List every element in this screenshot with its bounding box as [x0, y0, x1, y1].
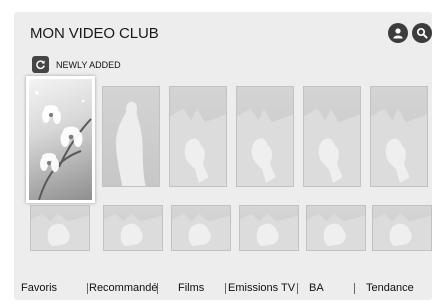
menu-separator	[225, 283, 226, 294]
menu-item-films[interactable]: Films	[178, 282, 204, 294]
thumbnail-tile[interactable]	[171, 205, 231, 251]
thumbnail-tile[interactable]	[239, 205, 299, 251]
menu-item-favoris[interactable]: Favoris	[21, 282, 57, 294]
page-title: MON VIDEO CLUB	[30, 25, 159, 42]
menu-separator	[354, 283, 355, 294]
thumbnail-placeholder-image	[307, 213, 365, 250]
search-icon[interactable]	[412, 23, 432, 43]
thumbnail-placeholder-image	[172, 213, 230, 250]
menu-item-recommande[interactable]: Recommandé	[89, 282, 157, 294]
menu-separator	[157, 283, 158, 294]
thumbnail-tile[interactable]	[372, 205, 432, 251]
poster-tile[interactable]	[169, 86, 227, 187]
poster-tile[interactable]	[26, 76, 95, 203]
section-header: NEWLY ADDED	[32, 56, 121, 73]
thumbnail-placeholder-image	[104, 213, 162, 250]
menu-item-tendance[interactable]: Tendance	[366, 282, 414, 294]
menu-item-ba[interactable]: BA	[309, 282, 324, 294]
user-icon[interactable]	[388, 23, 408, 43]
section-label: NEWLY ADDED	[56, 59, 121, 70]
menu-separator	[297, 283, 298, 294]
thumbnail-placeholder-image	[373, 213, 431, 250]
thumbnail-tile[interactable]	[103, 205, 163, 251]
poster-placeholder-image	[237, 108, 293, 186]
thumbnail-placeholder-image	[240, 213, 298, 250]
poster-placeholder-image	[304, 108, 360, 186]
thumbnail-tile[interactable]	[306, 205, 366, 251]
refresh-icon[interactable]	[32, 56, 49, 73]
menu-separator	[87, 283, 88, 294]
poster-placeholder-image	[371, 108, 427, 186]
orchid-image	[35, 91, 92, 200]
thumbnail-tile[interactable]	[30, 205, 90, 251]
poster-placeholder-image	[116, 101, 146, 186]
poster-tile[interactable]	[102, 86, 160, 187]
thumbnail-placeholder-image	[31, 213, 89, 250]
menu-item-emissions-tv[interactable]: Emissions TV	[228, 282, 295, 294]
poster-tile[interactable]	[236, 86, 294, 187]
poster-placeholder-image	[170, 108, 226, 186]
poster-tile[interactable]	[370, 86, 428, 187]
video-club-screen: MON VIDEO CLUB NEWLY ADDED Favoris Recom…	[14, 12, 432, 300]
poster-tile[interactable]	[303, 86, 361, 187]
